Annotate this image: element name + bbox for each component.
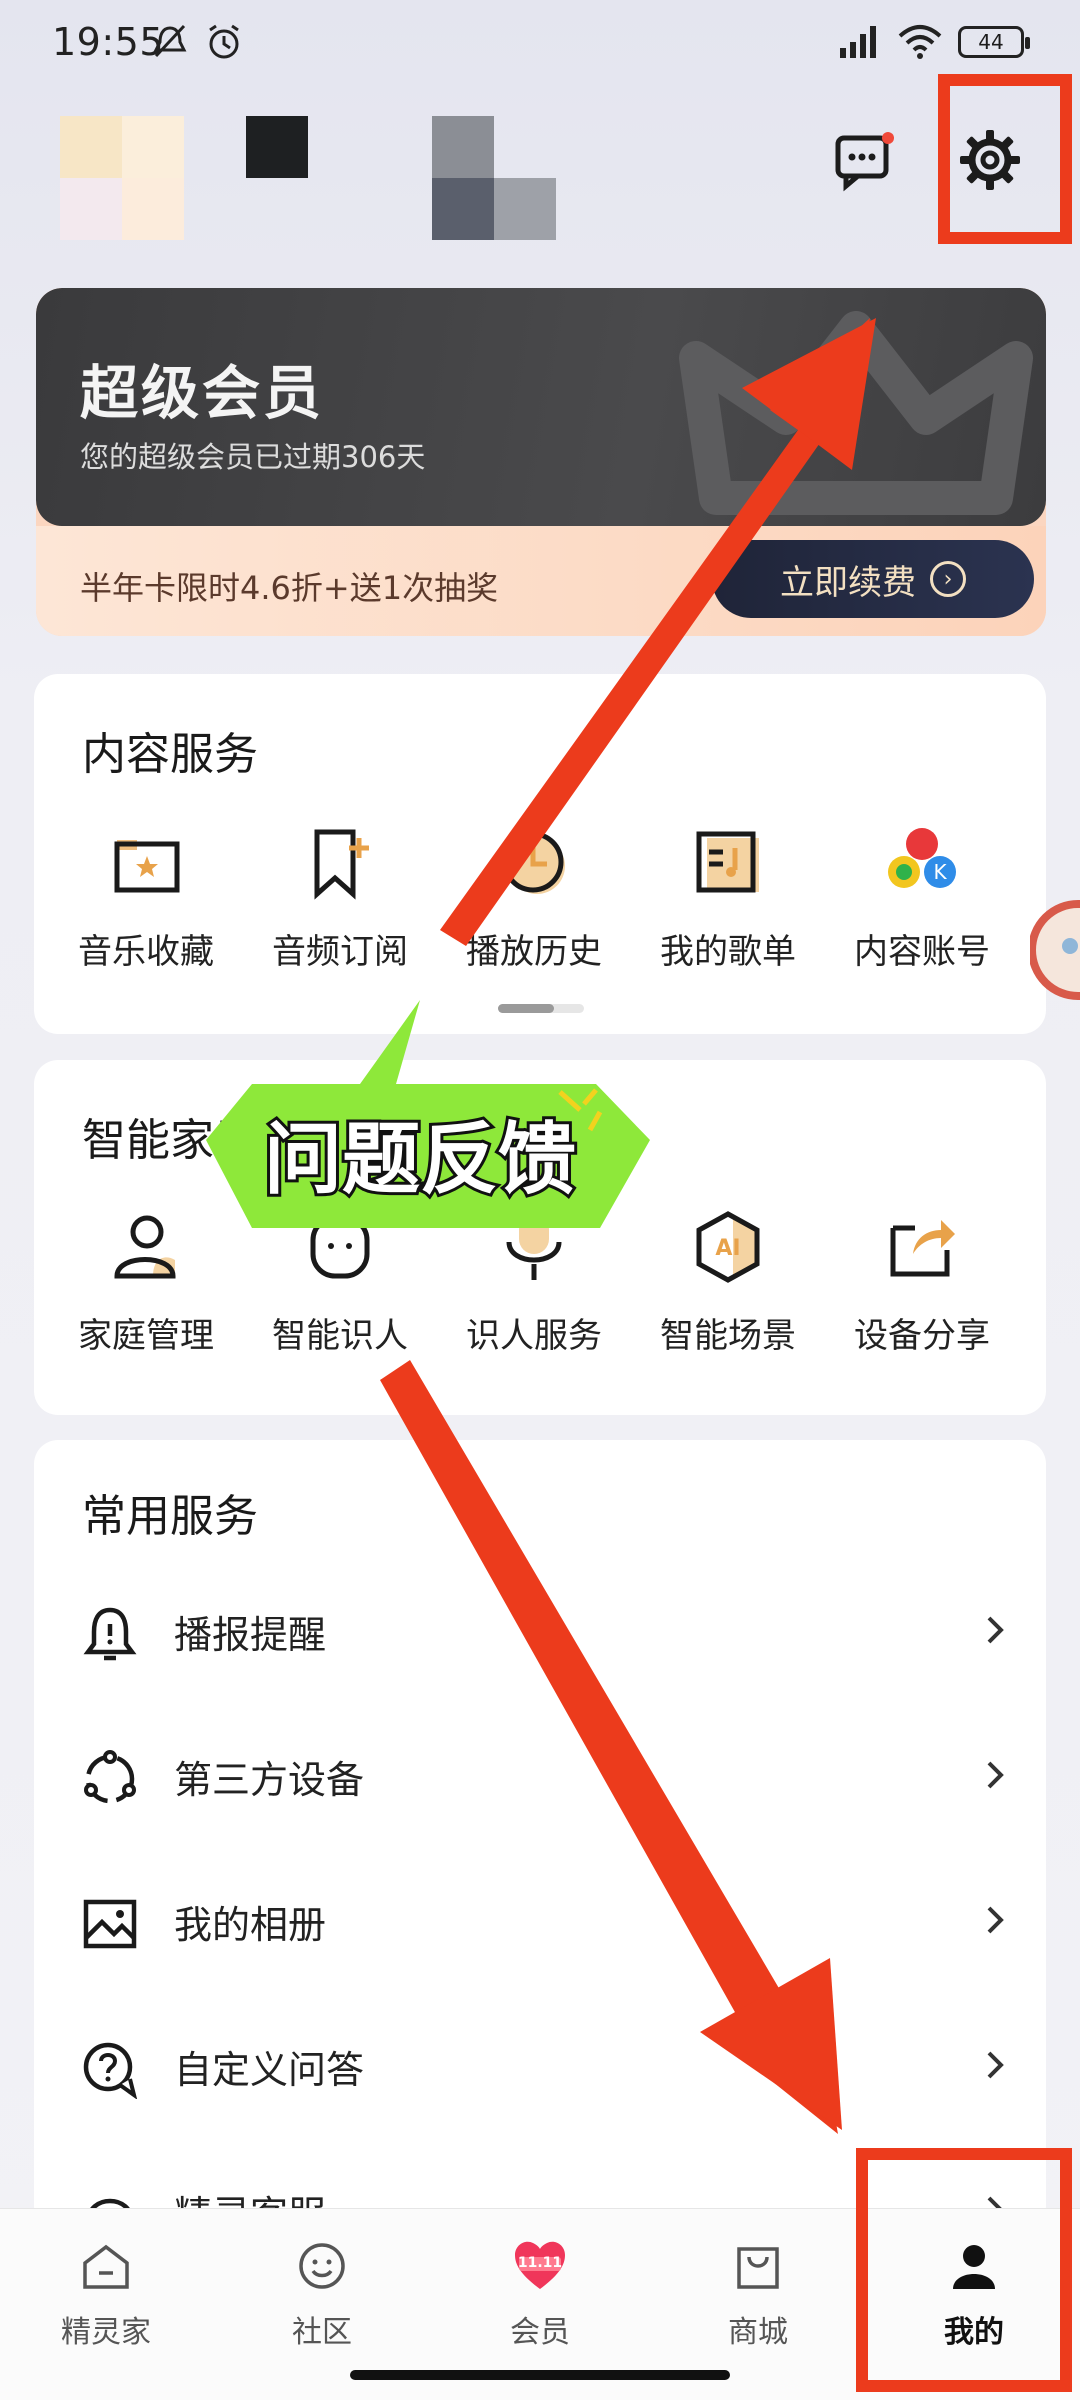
status-icons-right: 44 [836, 24, 1030, 60]
crown-watermark-icon [679, 311, 1033, 515]
avatar[interactable] [60, 116, 184, 240]
renew-label: 立即续费 [780, 562, 916, 603]
share-icon [890, 1220, 955, 1277]
music-folder-icon [114, 840, 180, 893]
grid-label: 我的歌单 [660, 932, 796, 972]
list-item-my-album[interactable]: 我的相册 [34, 1848, 1046, 1993]
content-services-card: 内容服务 音乐收藏 音频订阅 播放历史 我的歌单 K 内容账号 [34, 674, 1046, 1034]
nav-item-vip[interactable]: 11.11 会员 [440, 2239, 640, 2351]
user-id-blurred [432, 116, 556, 240]
nav-label: 商城 [728, 2315, 788, 2350]
user-icon [114, 1215, 176, 1279]
vip-title: 超级会员 [80, 359, 325, 427]
grid-item-device-share[interactable]: 设备分享 [822, 1210, 1022, 1357]
ai-hexagon-icon: AI [696, 1211, 760, 1283]
grid-label: 识人服务 [466, 1316, 602, 1356]
grid-item-recognition-service[interactable]: 识人服务 [434, 1210, 634, 1357]
home-indicator [350, 2370, 730, 2380]
annotation-box-mine-tab [856, 2148, 1072, 2392]
smile-icon [299, 2243, 345, 2289]
grid-item-music-collection[interactable]: 音乐收藏 [46, 826, 246, 973]
nav-item-home[interactable]: 精灵家 [6, 2239, 206, 2351]
grid-label: 智能场景 [660, 1316, 796, 1356]
list-item-custom-qa[interactable]: 自定义问答 [34, 1993, 1046, 2138]
image-icon [83, 1899, 137, 1949]
nav-item-store[interactable]: 商城 [658, 2239, 858, 2351]
renew-button[interactable]: 立即续费 › [712, 540, 1034, 618]
grid-label: 设备分享 [854, 1316, 990, 1356]
list-label: 我的相册 [174, 1903, 327, 1947]
grid-item-my-playlist[interactable]: 我的歌单 [628, 826, 828, 973]
list-item-broadcast-reminder[interactable]: 播报提醒 [34, 1558, 1046, 1703]
grid-label: 智能识人 [272, 1316, 408, 1356]
message-button[interactable] [832, 128, 896, 192]
grid-label: 音频订阅 [272, 932, 408, 972]
face-icon [310, 1215, 370, 1279]
smart-home-title: 智能家居 [82, 1115, 258, 1166]
chevron-right-icon [987, 1761, 1004, 1789]
common-services-card: 常用服务 播报提醒 第三方设备 我的相册 自定义问答 [34, 1440, 1046, 2230]
home-icon [83, 2244, 129, 2289]
bell-icon [83, 1607, 137, 1661]
list-label: 自定义问答 [174, 2048, 365, 2092]
chevron-right-icon [987, 1906, 1004, 1934]
status-bar: 19:55 44 [0, 0, 1080, 90]
vip-promo-text: 半年卡限时4.6折+送1次抽奖 [80, 569, 499, 607]
mascot-float-icon[interactable] [1030, 890, 1080, 1020]
chevron-right-icon [987, 1616, 1004, 1644]
battery-indicator: 44 [958, 26, 1030, 58]
content-account-icon: K [888, 828, 956, 888]
vip-card[interactable]: 超级会员 您的超级会员已过期306天 半年卡限时4.6折+送1次抽奖 立即续费 … [36, 288, 1046, 636]
vip-expired-text: 您的超级会员已过期306天 [80, 440, 426, 474]
wifi-icon [898, 25, 942, 59]
svg-text:AI: AI [715, 1236, 740, 1261]
vip-badge-text: 11.11 [517, 2255, 563, 2271]
status-time: 19:55 [52, 20, 165, 64]
grid-item-smart-scene[interactable]: AI 智能场景 [628, 1210, 828, 1357]
annotation-box-settings [938, 74, 1072, 244]
signal-icon [840, 26, 876, 58]
status-icons-left [150, 22, 244, 62]
bookmark-add-icon [314, 829, 369, 900]
message-icon [835, 132, 894, 192]
svg-text:K: K [933, 860, 947, 884]
nav-item-community[interactable]: 社区 [222, 2239, 422, 2351]
user-name-blurred [246, 116, 308, 178]
chevron-right-circle-icon: › [930, 561, 966, 597]
grid-label: 播放历史 [466, 932, 602, 972]
nav-label: 社区 [292, 2315, 352, 2350]
grid-label: 内容账号 [854, 932, 990, 972]
smart-home-card: 智能家居 家庭管理 智能识人 识人服务 AI 智能场景 设备分享 [34, 1060, 1046, 1415]
grid-label: 家庭管理 [78, 1316, 214, 1356]
horizontal-scroll-indicator [498, 1004, 584, 1013]
grid-item-play-history[interactable]: 播放历史 [434, 826, 634, 973]
mic-icon [506, 1214, 562, 1280]
grid-item-family-management[interactable]: 家庭管理 [46, 1210, 246, 1357]
qa-icon [83, 2042, 138, 2099]
grid-item-content-account[interactable]: K 内容账号 [822, 826, 1022, 973]
nav-label: 会员 [510, 2315, 570, 2350]
clock-icon [502, 831, 565, 894]
common-services-title: 常用服务 [82, 1491, 258, 1542]
content-services-title: 内容服务 [82, 729, 258, 780]
nav-label: 精灵家 [61, 2315, 151, 2350]
alarm-icon [209, 24, 239, 59]
list-label: 播报提醒 [174, 1613, 327, 1657]
devices-icon [84, 1750, 136, 1804]
shopping-bag-icon [737, 2247, 779, 2289]
list-label: 第三方设备 [174, 1758, 365, 1802]
playlist-icon [696, 831, 759, 893]
mute-icon [153, 24, 187, 58]
list-item-third-party-devices[interactable]: 第三方设备 [34, 1703, 1046, 1848]
grid-item-smart-recognition[interactable]: 智能识人 [240, 1210, 440, 1357]
chevron-right-icon [987, 2051, 1004, 2079]
grid-label: 音乐收藏 [78, 932, 214, 972]
grid-item-audio-subscription[interactable]: 音频订阅 [240, 826, 440, 973]
